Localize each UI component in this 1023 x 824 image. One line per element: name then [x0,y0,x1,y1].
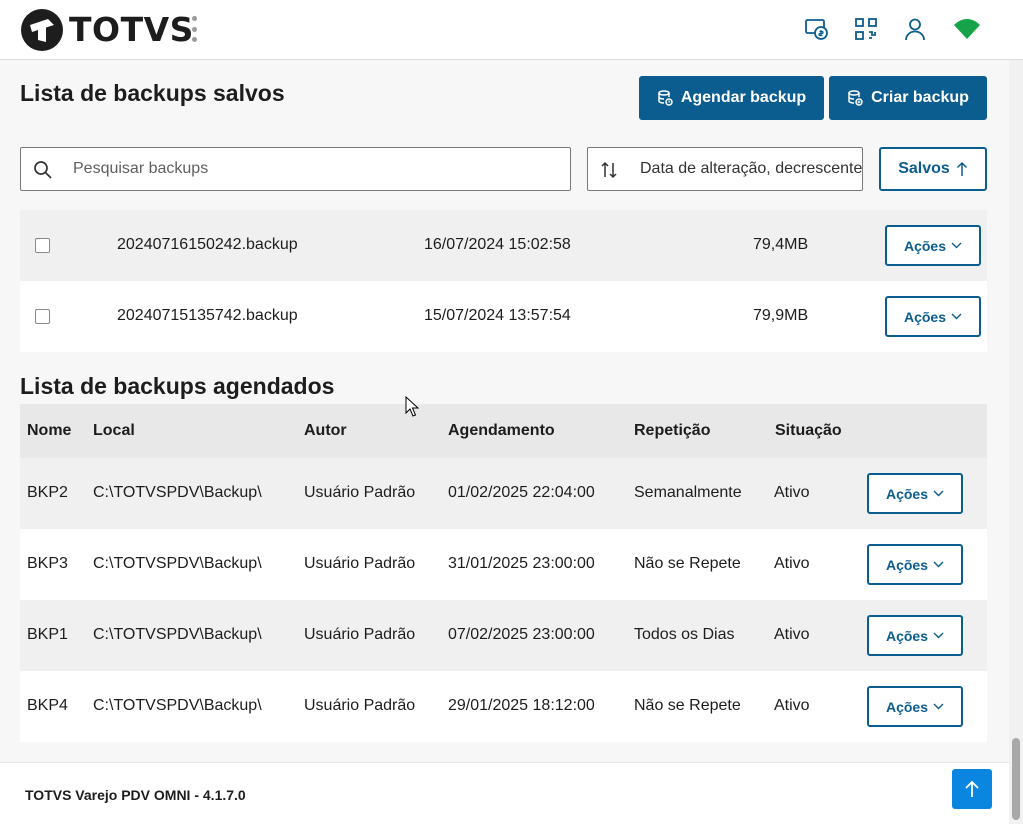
column-header-local: Local [93,422,135,439]
page-scrollbar[interactable] [1009,60,1023,824]
schedule-location: C:\TOTVSPDV\Backup\ [93,484,262,501]
row-actions-button[interactable]: Ações [867,473,963,514]
row-checkbox[interactable] [35,309,50,324]
row-actions-button[interactable]: Ações [885,296,981,337]
search-icon [34,161,52,179]
schedule-location: C:\TOTVSPDV\Backup\ [93,626,262,643]
scheduled-backup-row: BKP2 C:\TOTVSPDV\Backup\ Usuário Padrão … [20,458,987,529]
schedule-name: BKP2 [27,484,68,501]
scheduled-backup-row: BKP4 C:\TOTVSPDV\Backup\ Usuário Padrão … [20,671,987,742]
app-version: TOTVS Varejo PDV OMNI - 4.1.7.0 [25,787,246,803]
mouse-cursor-icon [405,396,419,417]
sort-select[interactable]: Data de alteração, decrescente [587,147,863,191]
schedule-author: Usuário Padrão [304,484,416,501]
saved-filter-label: Salvos [898,160,950,177]
schedule-backup-button[interactable]: Agendar backup [639,76,824,120]
row-actions-label: Ações [885,627,929,644]
schedule-datetime: 07/02/2025 23:00:00 [448,626,595,643]
row-actions-label: Ações [885,485,929,502]
column-header-agendamento: Agendamento [448,422,555,439]
user-icon[interactable] [900,14,930,44]
chevron-down-icon [933,703,944,710]
schedule-name: BKP3 [27,555,68,572]
sort-icon [601,161,617,179]
row-actions-label: Ações [903,237,947,254]
chevron-down-icon [951,313,962,320]
scheduled-table-header: Nome Local Autor Agendamento Repetição S… [20,404,987,458]
row-actions-label: Ações [903,308,947,325]
saved-filter-button[interactable]: Salvos [879,147,987,191]
schedule-status: Ativo [774,697,810,714]
column-header-nome: Nome [27,422,72,439]
schedule-status: Ativo [774,484,810,501]
qr-code-icon[interactable] [851,14,881,44]
schedule-status: Ativo [774,555,810,572]
create-backup-label: Criar backup [871,89,969,106]
totvs-logo: TOTVS [20,8,194,52]
saved-backups-title: Lista de backups salvos [20,80,285,106]
schedule-name: BKP4 [27,697,68,714]
schedule-backup-label: Agendar backup [680,89,807,106]
scheduled-backups-title: Lista de backups agendados [20,373,335,399]
schedule-repeat: Não se Repete [634,697,741,714]
backup-file-name: 20240715135742.backup [117,307,298,324]
schedule-author: Usuário Padrão [304,555,416,572]
search-field[interactable] [20,147,571,191]
schedule-name: BKP1 [27,626,68,643]
schedule-location: C:\TOTVSPDV\Backup\ [93,555,262,572]
row-actions-label: Ações [885,556,929,573]
row-actions-button[interactable]: Ações [867,686,963,727]
database-add-icon [848,90,863,106]
row-actions-button[interactable]: Ações [867,615,963,656]
saved-backup-row: 20240716150242.backup 16/07/2024 15:02:5… [20,210,987,281]
backup-size: 79,4MB [753,236,809,253]
database-icon [658,90,673,106]
back-to-top-button[interactable] [952,769,992,809]
backup-file-name: 20240716150242.backup [117,236,298,253]
arrow-up-icon [956,161,967,176]
money-receipt-icon[interactable] [802,14,832,44]
column-header-autor: Autor [304,422,347,439]
schedule-repeat: Todos os Dias [634,626,735,643]
totvs-logo-icon [21,9,63,51]
chevron-down-icon [933,490,944,497]
chevron-down-icon [933,561,944,568]
schedule-datetime: 01/02/2025 22:04:00 [448,484,595,501]
arrow-up-icon [965,780,979,797]
schedule-author: Usuário Padrão [304,697,416,714]
row-actions-button[interactable]: Ações [867,544,963,585]
schedule-datetime: 29/01/2025 18:12:00 [448,697,595,714]
row-actions-label: Ações [885,698,929,715]
row-actions-button[interactable]: Ações [885,225,981,266]
schedule-repeat: Semanalmente [634,484,742,501]
scheduled-backup-row: BKP3 C:\TOTVSPDV\Backup\ Usuário Padrão … [20,529,987,600]
schedule-datetime: 31/01/2025 23:00:00 [448,555,595,572]
schedule-author: Usuário Padrão [304,626,416,643]
schedule-location: C:\TOTVSPDV\Backup\ [93,697,262,714]
schedule-repeat: Não se Repete [634,555,741,572]
search-input[interactable] [73,148,563,190]
chevron-down-icon [933,632,944,639]
brand-name: TOTVS [69,10,194,49]
create-backup-button[interactable]: Criar backup [829,76,987,120]
backup-size: 79,9MB [753,307,809,324]
more-options-icon[interactable] [188,16,200,42]
scheduled-backup-row: BKP1 C:\TOTVSPDV\Backup\ Usuário Padrão … [20,600,987,671]
column-header-repeticao: Repetição [634,422,711,439]
backup-date: 15/07/2024 13:57:54 [424,307,571,324]
chevron-down-icon [951,242,962,249]
scrollbar-thumb[interactable] [1012,738,1020,820]
row-checkbox[interactable] [35,238,50,253]
app-header: TOTVS [0,0,1023,60]
saved-backup-row: 20240715135742.backup 15/07/2024 13:57:5… [20,281,987,352]
column-header-situacao: Situação [775,422,842,439]
wifi-icon[interactable] [952,14,982,44]
app-footer: TOTVS Varejo PDV OMNI - 4.1.7.0 [0,762,1009,824]
sort-value: Data de alteração, decrescente [640,160,863,177]
schedule-status: Ativo [774,626,810,643]
backup-date: 16/07/2024 15:02:58 [424,236,571,253]
